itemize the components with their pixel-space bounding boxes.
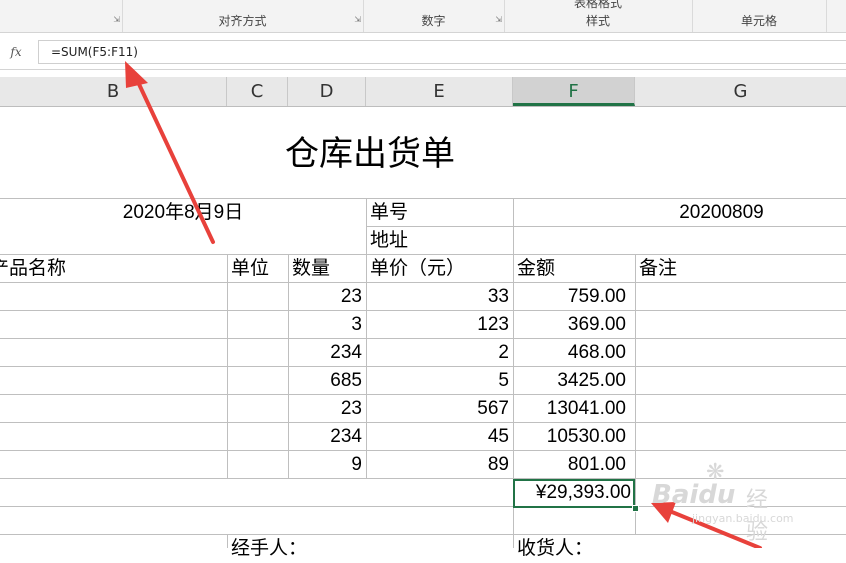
watermark-url: jingyan.baidu.com bbox=[692, 512, 794, 525]
arrow-to-formula-icon bbox=[125, 61, 215, 244]
watermark-brand: Baidu bbox=[652, 480, 736, 510]
